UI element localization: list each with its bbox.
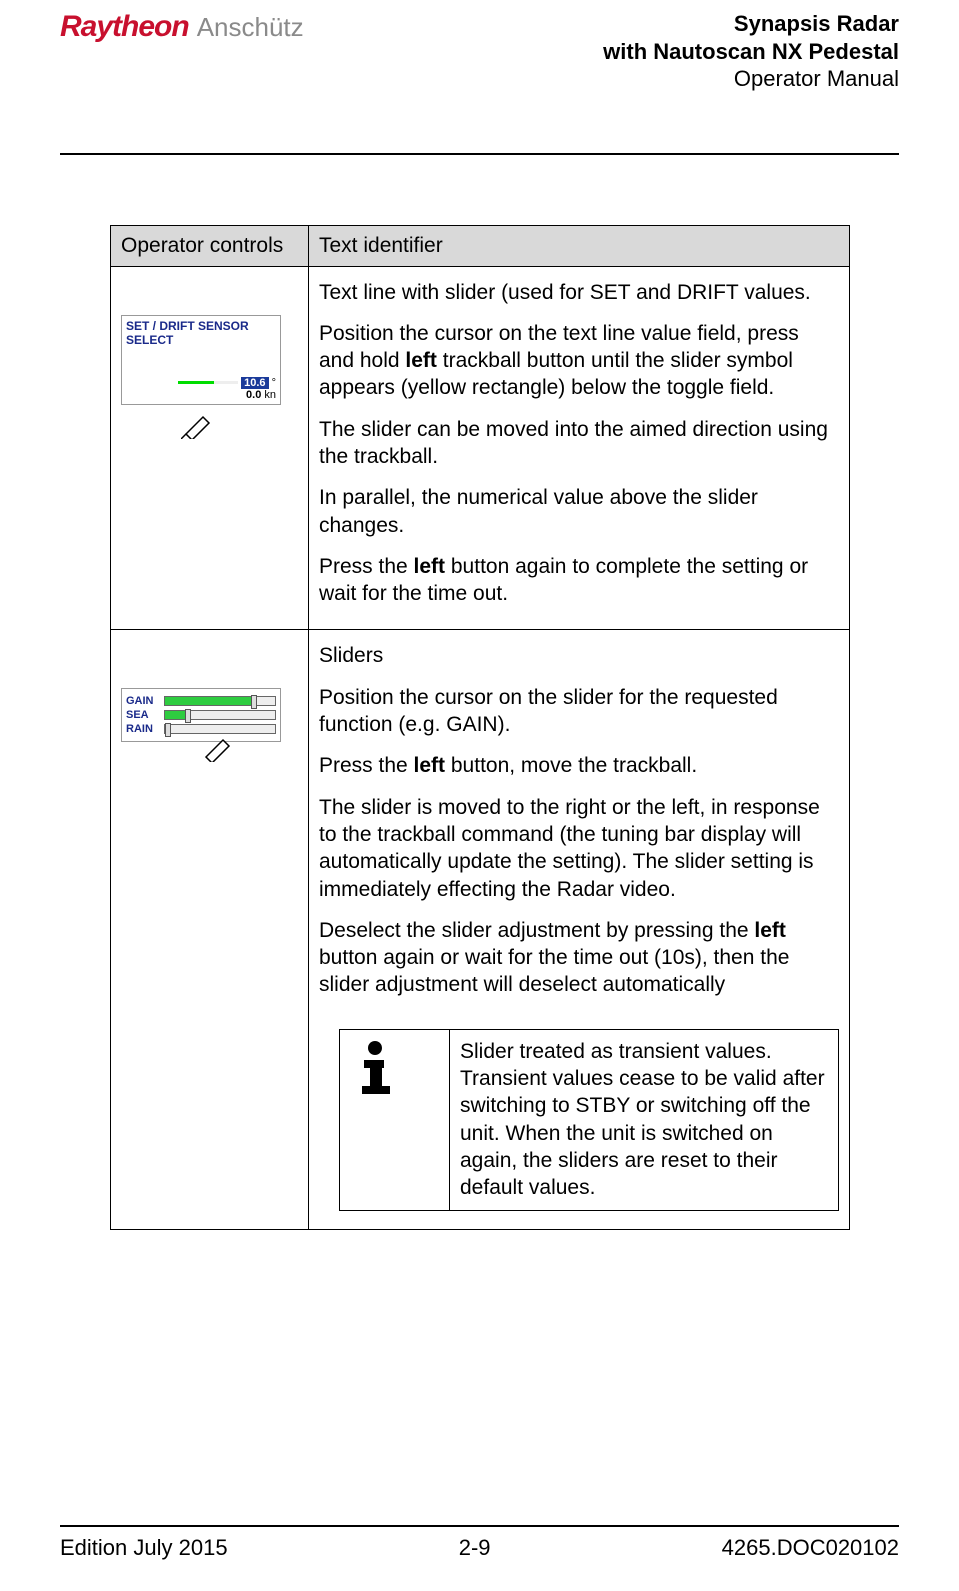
table-row: GAIN SEA RAIN <box>111 630 850 1229</box>
table-header-col2: Text identifier <box>309 225 850 266</box>
control-description-cell: Text line with slider (used for SET and … <box>309 266 850 630</box>
doc-title-line1: Synapsis Radar <box>603 10 899 38</box>
control-graphic-cell: GAIN SEA RAIN <box>111 630 309 1229</box>
desc-p1: Sliders <box>319 642 839 669</box>
gain-slider-bar <box>164 696 276 706</box>
control-graphic-cell: SET / DRIFT SENSOR SELECT 10.6 ° 0.0 kn <box>111 266 309 630</box>
table-header-col1: Operator controls <box>111 225 309 266</box>
operator-controls-table: Operator controls Text identifier SET / … <box>110 225 850 1230</box>
info-note-box: Slider treated as transient values. Tran… <box>339 1029 839 1211</box>
desc-p3: Press the left button, move the trackbal… <box>319 752 839 779</box>
desc-p5: Press the left button again to complete … <box>319 553 839 608</box>
info-note-text: Slider treated as transient values. Tran… <box>450 1029 839 1210</box>
set-drift-title: SET / DRIFT SENSOR SELECT <box>126 319 276 377</box>
sea-slider-bar <box>164 710 276 720</box>
set-drift-values: 10.6 ° 0.0 kn <box>126 377 276 401</box>
footer-doc-number: 4265.DOC020102 <box>722 1535 899 1561</box>
doc-title-line3: Operator Manual <box>603 65 899 93</box>
table-row: SET / DRIFT SENSOR SELECT 10.6 ° 0.0 kn <box>111 266 850 630</box>
desc-p2: Position the cursor on the slider for th… <box>319 684 839 739</box>
page-header: Raytheon Anschütz Synapsis Radar with Na… <box>60 10 899 155</box>
footer-edition: Edition July 2015 <box>60 1535 228 1561</box>
rain-label: RAIN <box>126 723 160 735</box>
info-icon <box>350 1038 400 1098</box>
desc-p4: The slider is moved to the right or the … <box>319 794 839 903</box>
sea-label: SEA <box>126 709 160 721</box>
page: Raytheon Anschütz Synapsis Radar with Na… <box>0 0 959 1591</box>
logo-raytheon: Raytheon <box>60 10 189 44</box>
hand-cursor-icon <box>201 722 378 762</box>
footer-page-number: 2-9 <box>459 1535 491 1561</box>
gain-label: GAIN <box>126 695 160 707</box>
deg-unit: ° <box>272 377 276 389</box>
desc-p3: The slider can be moved into the aimed d… <box>319 416 839 471</box>
control-description-cell: Sliders Position the cursor on the slide… <box>309 630 850 1229</box>
desc-p4: In parallel, the numerical value above t… <box>319 484 839 539</box>
doc-title-line2: with Nautoscan NX Pedestal <box>603 38 899 66</box>
slider-track-icon <box>178 381 238 384</box>
slider-row-sea: SEA <box>126 709 276 721</box>
info-icon-cell <box>340 1029 450 1210</box>
slider-row-gain: GAIN <box>126 695 276 707</box>
company-logo: Raytheon Anschütz <box>60 10 304 44</box>
deg-value: 10.6 <box>241 377 268 389</box>
document-title-block: Synapsis Radar with Nautoscan NX Pedesta… <box>603 10 899 93</box>
set-drift-sensor-graphic: SET / DRIFT SENSOR SELECT 10.6 ° 0.0 kn <box>121 315 281 405</box>
desc-p5: Deselect the slider adjustment by pressi… <box>319 917 839 999</box>
hand-cursor-icon <box>181 399 358 439</box>
page-footer: Edition July 2015 2-9 4265.DOC020102 <box>60 1525 899 1561</box>
desc-p1: Text line with slider (used for SET and … <box>319 279 839 306</box>
logo-anschutz: Anschütz <box>197 12 304 43</box>
desc-p2: Position the cursor on the text line val… <box>319 320 839 402</box>
